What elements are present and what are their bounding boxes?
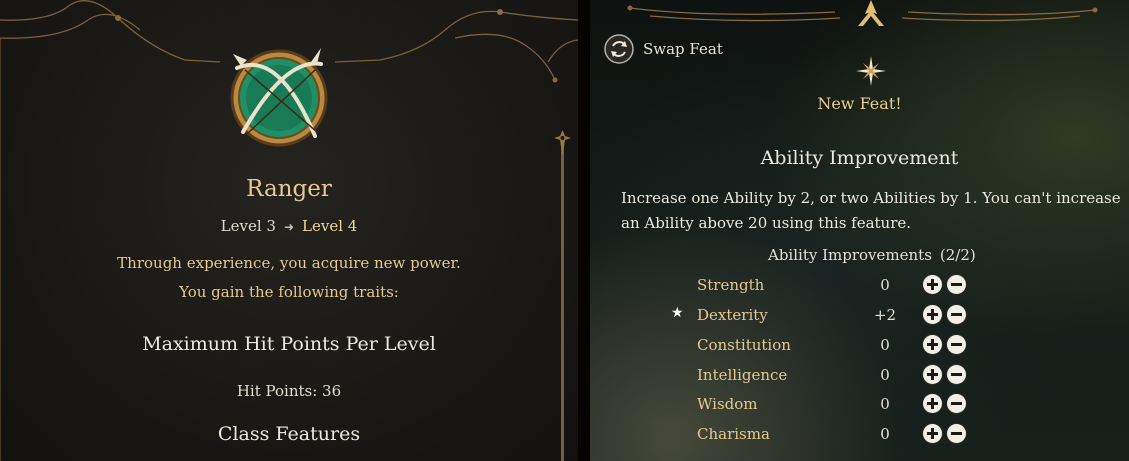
scrollbar-thumb-ornament-icon[interactable] bbox=[554, 130, 571, 156]
hp-section-title: Maximum Hit Points Per Level bbox=[142, 333, 436, 355]
swap-feat-button[interactable]: Swap Feat bbox=[604, 33, 723, 65]
ability-bonus: 0 bbox=[880, 276, 890, 294]
ability-name: Wisdom bbox=[697, 395, 758, 413]
ability-name: Strength bbox=[697, 276, 765, 294]
ability-name: Dexterity bbox=[697, 306, 768, 324]
ability-bonus: +2 bbox=[873, 306, 897, 324]
increase-charisma-button[interactable] bbox=[923, 424, 942, 443]
swap-feat-label: Swap Feat bbox=[643, 40, 723, 58]
decrease-constitution-button[interactable] bbox=[947, 335, 966, 354]
ability-row-constitution: Constitution 0 bbox=[660, 332, 990, 360]
ability-name: Charisma bbox=[697, 425, 770, 443]
class-features-title: Class Features bbox=[217, 423, 361, 445]
ability-bonus: 0 bbox=[880, 395, 890, 413]
decrease-dexterity-button[interactable] bbox=[947, 305, 966, 324]
scrollbar-track[interactable] bbox=[561, 140, 564, 461]
class-name: Ranger bbox=[246, 176, 332, 202]
level-progression: Level 3 ➜ Level 4 bbox=[0, 217, 578, 235]
increase-strength-button[interactable] bbox=[923, 275, 942, 294]
ability-row-charisma: Charisma 0 bbox=[660, 421, 990, 449]
decrease-wisdom-button[interactable] bbox=[947, 394, 966, 413]
increase-constitution-button[interactable] bbox=[923, 335, 942, 354]
improvements-label: Ability Improvements bbox=[768, 246, 932, 264]
ability-bonus: 0 bbox=[880, 366, 890, 384]
increase-wisdom-button[interactable] bbox=[923, 394, 942, 413]
increase-intelligence-button[interactable] bbox=[923, 365, 942, 384]
ability-bonus: 0 bbox=[880, 425, 890, 443]
arrow-right-icon: ➜ bbox=[283, 220, 295, 234]
ability-bonus: 0 bbox=[880, 336, 890, 354]
hit-points-value: Hit Points: 36 bbox=[236, 382, 342, 400]
ability-row-strength: Strength 0 bbox=[660, 272, 990, 300]
ability-improvements-header: Ability Improvements (2/2) bbox=[768, 246, 976, 264]
next-level: Level 4 bbox=[302, 217, 358, 235]
level-up-description: Through experience, you acquire new powe… bbox=[117, 254, 461, 272]
decrease-charisma-button[interactable] bbox=[947, 424, 966, 443]
ability-row-intelligence: Intelligence 0 bbox=[660, 362, 990, 390]
decrease-intelligence-button[interactable] bbox=[947, 365, 966, 384]
increase-dexterity-button[interactable] bbox=[923, 305, 942, 324]
star-icon: ★ bbox=[671, 305, 684, 321]
four-point-star-icon bbox=[856, 56, 886, 86]
decrease-strength-button[interactable] bbox=[947, 275, 966, 294]
ranger-class-icon bbox=[230, 48, 328, 147]
ability-row-wisdom: Wisdom 0 bbox=[660, 391, 990, 419]
feat-title: Ability Improvement bbox=[760, 147, 959, 169]
feat-panel: Swap Feat New Feat! Ability Improvement … bbox=[590, 0, 1129, 461]
panel-divider bbox=[578, 0, 590, 461]
feat-description: Increase one Ability by 2, or two Abilit… bbox=[621, 189, 1121, 232]
level-up-panel: Ranger Level 3 ➜ Level 4 Through experienc… bbox=[0, 0, 578, 461]
improvements-count: (2/2) bbox=[939, 246, 976, 264]
ability-row-dexterity: ★ Dexterity +2 bbox=[660, 302, 990, 330]
traits-intro: You gain the following traits: bbox=[179, 283, 399, 301]
ability-name: Intelligence bbox=[697, 366, 788, 384]
ability-name: Constitution bbox=[697, 336, 791, 354]
current-level: Level 3 bbox=[220, 217, 276, 235]
new-feat-label: New Feat! bbox=[817, 94, 902, 113]
swap-arrows-icon bbox=[604, 34, 634, 64]
